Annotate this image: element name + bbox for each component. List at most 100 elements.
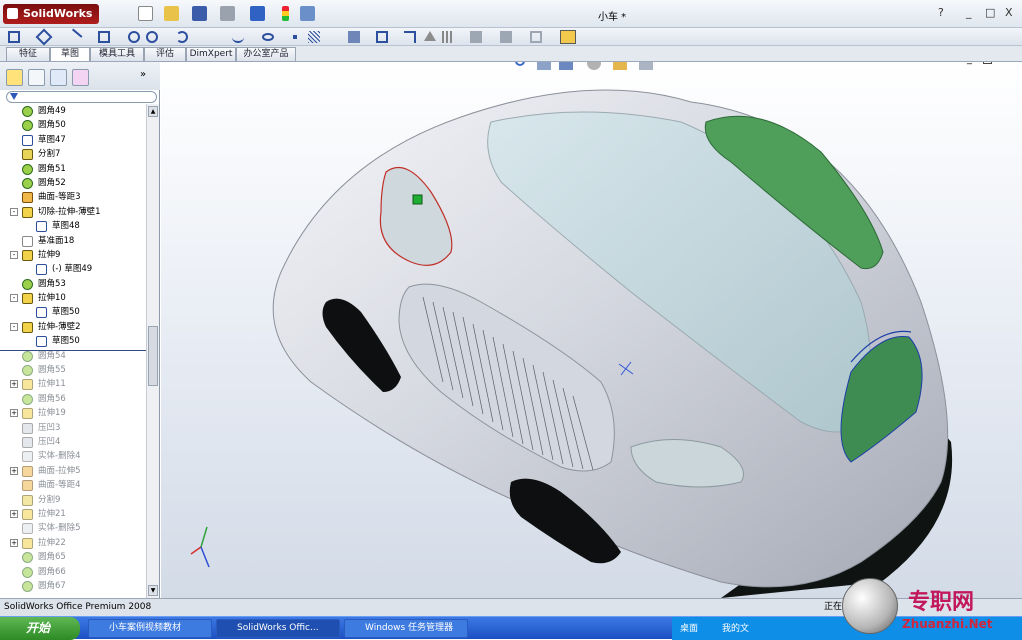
convert-icon[interactable] (376, 31, 388, 43)
tree-item[interactable]: 圆角67 (0, 579, 146, 593)
tree-item[interactable]: 圆角56 (0, 392, 146, 406)
rapid-sketch-icon[interactable] (560, 30, 576, 44)
taskbar-item-task-manager[interactable]: Windows 任务管理器 (344, 619, 468, 638)
tree-item[interactable]: 分割9 (0, 493, 146, 507)
traffic-light-icon[interactable] (282, 6, 289, 21)
tray-documents[interactable]: 我的文 (722, 621, 749, 634)
tree-item[interactable]: 曲面-等距4 (0, 478, 146, 492)
collapse-icon[interactable]: - (10, 250, 18, 259)
tree-item[interactable]: 圆角65 (0, 550, 146, 564)
rectangle-icon[interactable] (98, 31, 110, 43)
tree-item[interactable]: + 拉伸11 (0, 377, 146, 391)
tree-item[interactable]: 实体-删除4 (0, 449, 146, 463)
tree-item[interactable]: - 拉伸-薄壁2 (0, 320, 146, 334)
tree-item[interactable]: 基准面18 (0, 234, 146, 248)
tree-scrollbar[interactable]: ▲ ▼ (146, 104, 159, 598)
scroll-thumb[interactable] (148, 326, 158, 386)
smart-dimension-icon[interactable] (35, 28, 53, 46)
point-icon[interactable] (293, 35, 297, 39)
expand-icon[interactable]: + (10, 466, 18, 475)
maximize-button[interactable]: □ (985, 6, 995, 19)
print-icon[interactable] (220, 6, 235, 21)
offset-icon[interactable] (404, 31, 416, 43)
scroll-down-arrow[interactable]: ▼ (148, 585, 158, 596)
tab-dimxpert[interactable]: DimXpert (186, 47, 236, 61)
ellipse-icon[interactable] (262, 33, 274, 41)
taskbar-item-solidworks[interactable]: SolidWorks Offic... (216, 619, 340, 638)
tree-item[interactable]: 圆角52 (0, 176, 146, 190)
rollback-bar[interactable] (0, 350, 146, 351)
tree-item[interactable]: + 拉伸19 (0, 406, 146, 420)
tree-item[interactable]: + 拉伸21 (0, 507, 146, 521)
new-file-icon[interactable] (138, 6, 153, 21)
tree-item[interactable]: (-) 草图49 (0, 262, 146, 276)
tab-sketch[interactable]: 草图 (50, 47, 90, 61)
tree-item[interactable]: + 拉伸22 (0, 536, 146, 550)
minimize-button[interactable]: _ (966, 6, 972, 19)
undo-icon[interactable] (250, 6, 265, 21)
tree-item[interactable]: + 曲面-拉伸5 (0, 464, 146, 478)
warning-icon[interactable] (424, 31, 436, 41)
tab-mold-tools[interactable]: 模具工具 (90, 47, 144, 61)
expand-icon[interactable]: + (10, 509, 18, 518)
open-folder-icon[interactable] (164, 6, 179, 21)
tree-item[interactable]: 分割7 (0, 147, 146, 161)
collapse-icon[interactable]: - (10, 294, 18, 303)
arc-icon[interactable] (176, 31, 188, 43)
tree-item[interactable]: 圆角55 (0, 363, 146, 377)
tree-item[interactable]: 圆角50 (0, 118, 146, 132)
spline-icon[interactable] (232, 31, 244, 43)
tree-item[interactable]: 实体-删除5 (0, 521, 146, 535)
tree-item[interactable]: 圆角51 (0, 162, 146, 176)
tree-item[interactable]: 圆角53 (0, 277, 146, 291)
expand-icon[interactable]: + (10, 409, 18, 418)
collapse-icon[interactable]: - (10, 207, 18, 216)
expand-icon[interactable]: + (10, 538, 18, 547)
dimxpert-icon[interactable] (72, 69, 89, 86)
circle-icon[interactable] (128, 31, 140, 43)
line-icon[interactable] (65, 28, 83, 46)
tree-item-label: 拉伸21 (38, 508, 66, 519)
close-button[interactable]: X (1005, 6, 1013, 19)
sketch-icon[interactable] (8, 31, 20, 43)
fix-icon[interactable] (530, 31, 542, 43)
circle-icon[interactable] (146, 31, 158, 43)
tray-desktop[interactable]: 桌面 (680, 621, 698, 634)
expand-icon[interactable]: + (10, 380, 18, 389)
tree-item[interactable]: 曲面-等距3 (0, 190, 146, 204)
tree-item[interactable]: 圆角49 (0, 104, 146, 118)
hatch-icon[interactable] (308, 31, 320, 43)
solidworks-logo[interactable]: SolidWorks (3, 4, 99, 24)
mirror-icon[interactable] (348, 31, 360, 43)
tree-item[interactable]: 压凹4 (0, 435, 146, 449)
pattern-icon[interactable] (442, 31, 454, 43)
tree-item[interactable]: 草图48 (0, 219, 146, 233)
collapse-icon[interactable]: - (10, 322, 18, 331)
tab-features[interactable]: 特征 (6, 47, 50, 61)
property-manager-icon[interactable] (28, 69, 45, 86)
tab-office-products[interactable]: 办公室产品 (236, 47, 296, 61)
save-icon[interactable] (192, 6, 207, 21)
expand-chevron-icon[interactable]: » (140, 69, 157, 86)
tree-item[interactable]: 草图50 (0, 305, 146, 319)
help-button[interactable]: ? (938, 6, 944, 19)
tree-item[interactable]: - 拉伸9 (0, 248, 146, 262)
tree-item[interactable]: 圆角66 (0, 565, 146, 579)
tree-item[interactable]: 压凹3 (0, 421, 146, 435)
tree-filter[interactable] (6, 91, 157, 103)
tree-item[interactable]: 草图50 (0, 334, 146, 348)
graphics-viewport[interactable]: _ × (161, 62, 1022, 598)
scroll-up-arrow[interactable]: ▲ (148, 106, 158, 117)
move-icon[interactable] (470, 31, 482, 43)
tree-item[interactable]: - 切除-拉伸-薄壁1 (0, 205, 146, 219)
configuration-icon[interactable] (50, 69, 67, 86)
tree-item[interactable]: - 拉伸10 (0, 291, 146, 305)
tab-evaluate[interactable]: 评估 (144, 47, 186, 61)
relation-icon[interactable] (500, 31, 512, 43)
taskbar-item-folder[interactable]: 小车案例视频教材 (88, 619, 212, 638)
feature-tree-icon[interactable] (6, 69, 23, 86)
options-icon[interactable] (300, 6, 315, 21)
tree-item[interactable]: 草图47 (0, 133, 146, 147)
tree-item-label: 曲面-拉伸5 (38, 465, 81, 476)
start-button[interactable]: 开始 (0, 617, 80, 640)
